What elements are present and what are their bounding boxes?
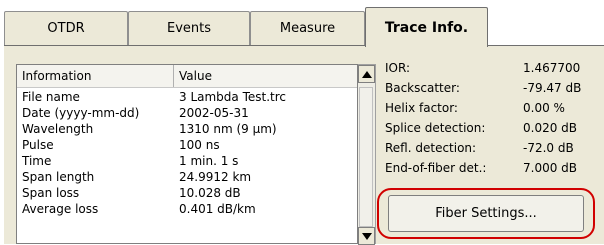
table-row[interactable]: File name 3 Lambda Test.trc bbox=[17, 89, 357, 105]
table-row[interactable]: Wavelength 1310 nm (9 µm) bbox=[17, 121, 357, 137]
property-label: End-of-fiber det.: bbox=[385, 161, 487, 175]
property-value: 1.467700 bbox=[523, 61, 581, 75]
property-refl-detection: Refl. detection: -72.0 dB bbox=[385, 138, 597, 158]
table-row[interactable]: Time 1 min. 1 s bbox=[17, 153, 357, 169]
table-row[interactable]: Span loss 10.028 dB bbox=[17, 185, 357, 201]
row-value: 24.9912 km bbox=[179, 170, 252, 184]
property-backscatter: Backscatter: -79.47 dB bbox=[385, 78, 597, 98]
property-value: 0.020 dB bbox=[523, 121, 578, 135]
row-value: 100 ns bbox=[179, 138, 220, 152]
row-information: Wavelength bbox=[22, 122, 94, 136]
fiber-settings-label: Fiber Settings... bbox=[435, 206, 537, 221]
property-value: -79.47 dB bbox=[523, 81, 582, 95]
property-helix-factor: Helix factor: 0.00 % bbox=[385, 98, 597, 118]
row-information: Time bbox=[22, 154, 52, 168]
tab-trace-info-label: Trace Info. bbox=[384, 19, 469, 36]
column-header-information[interactable]: Information bbox=[17, 65, 174, 87]
table-row[interactable]: Pulse 100 ns bbox=[17, 137, 357, 153]
property-label: Backscatter: bbox=[385, 81, 460, 95]
table-row[interactable]: Average loss 0.401 dB/km bbox=[17, 201, 357, 217]
table-row[interactable]: Date (yyyy-mm-dd) 2002-05-31 bbox=[17, 105, 357, 121]
tab-measure-label: Measure bbox=[279, 21, 336, 36]
row-information: Pulse bbox=[22, 138, 54, 152]
tab-events[interactable]: Events bbox=[128, 11, 250, 45]
arrow-up-icon bbox=[361, 70, 372, 78]
property-value: 0.00 % bbox=[523, 101, 565, 115]
scroll-up-button[interactable] bbox=[358, 65, 375, 83]
scroll-down-button[interactable] bbox=[358, 227, 375, 245]
list-header: Information Value bbox=[17, 65, 357, 88]
row-information: Average loss bbox=[22, 202, 99, 216]
property-value: 7.000 dB bbox=[523, 161, 578, 175]
row-value: 10.028 dB bbox=[179, 186, 241, 200]
table-row[interactable]: Span length 24.9912 km bbox=[17, 169, 357, 185]
trace-info-list[interactable]: Information Value File name 3 Lambda Test… bbox=[16, 64, 358, 244]
property-value: -72.0 dB bbox=[523, 141, 574, 155]
property-label: IOR: bbox=[385, 61, 410, 75]
column-header-value[interactable]: Value bbox=[174, 65, 357, 87]
scroll-thumb[interactable] bbox=[359, 87, 373, 227]
tab-trace-info[interactable]: Trace Info. bbox=[365, 7, 488, 47]
property-label: Splice detection: bbox=[385, 121, 486, 135]
tab-events-label: Events bbox=[166, 21, 211, 36]
row-value: 0.401 dB/km bbox=[179, 202, 256, 216]
top-edge bbox=[0, 0, 604, 8]
row-information: Span loss bbox=[22, 186, 80, 200]
property-end-of-fiber: End-of-fiber det.: 7.000 dB bbox=[385, 158, 597, 178]
property-label: Refl. detection: bbox=[385, 141, 477, 155]
tab-otdr-label: OTDR bbox=[47, 21, 85, 36]
row-value: 1310 nm (9 µm) bbox=[179, 122, 277, 136]
tab-otdr[interactable]: OTDR bbox=[4, 11, 128, 45]
row-information: Date (yyyy-mm-dd) bbox=[22, 106, 140, 120]
row-value: 3 Lambda Test.trc bbox=[179, 90, 286, 104]
list-scrollbar[interactable] bbox=[358, 64, 376, 245]
row-information: File name bbox=[22, 90, 80, 104]
property-label: Helix factor: bbox=[385, 101, 458, 115]
arrow-down-icon bbox=[361, 232, 372, 240]
row-information: Span length bbox=[22, 170, 95, 184]
row-value: 1 min. 1 s bbox=[179, 154, 239, 168]
property-ior: IOR: 1.467700 bbox=[385, 58, 597, 78]
tab-measure[interactable]: Measure bbox=[250, 11, 365, 45]
property-splice-detection: Splice detection: 0.020 dB bbox=[385, 118, 597, 138]
fiber-settings-button[interactable]: Fiber Settings... bbox=[388, 195, 584, 232]
row-value: 2002-05-31 bbox=[179, 106, 249, 120]
highlight-outline: Fiber Settings... bbox=[377, 188, 595, 239]
